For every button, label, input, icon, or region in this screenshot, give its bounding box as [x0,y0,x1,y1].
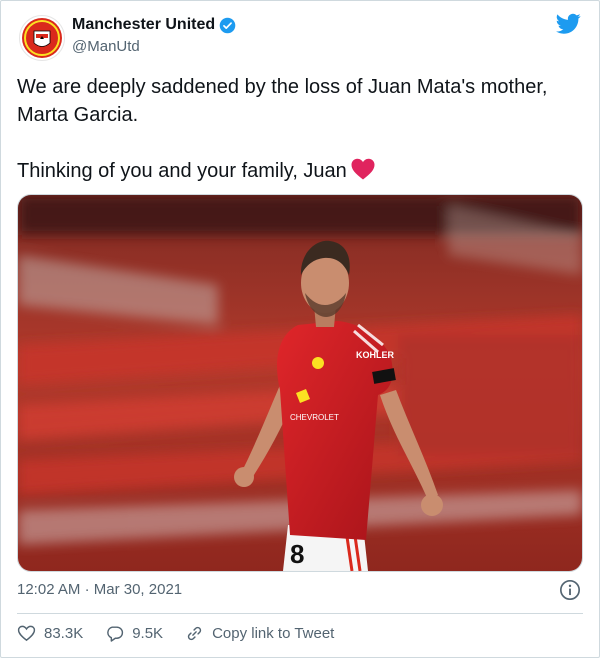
reply-count: 9.5K [132,625,164,642]
like-button[interactable]: 83.3K [17,624,83,643]
tweet-photo[interactable]: 8 KOHLER CHEVROLET [17,194,583,572]
tweet-text: We are deeply saddened by the loss of Ju… [17,73,587,185]
shorts-number: 8 [290,539,304,569]
tweet-line-2: Thinking of you and your family, Juan [17,157,587,185]
account-name-text[interactable]: Manchester United [72,16,215,34]
sleeve-sponsor: KOHLER [356,350,395,360]
tweet-line-1: We are deeply saddened by the loss of Ju… [17,76,548,126]
red-heart-icon [351,158,375,180]
verified-badge-icon [219,17,236,33]
copy-link-label: Copy link to Tweet [212,625,335,642]
man-utd-crest-icon [22,18,62,58]
account-handle[interactable]: @ManUtd [72,38,140,55]
tweet-line-2-text: Thinking of you and your family, Juan [17,160,347,182]
meta-separator: · [84,581,90,598]
like-count: 83.3K [44,625,84,642]
avatar[interactable] [19,15,65,61]
twitter-bird-icon[interactable] [556,13,581,35]
reply-bubble-icon [107,626,124,642]
copy-link-button[interactable]: Copy link to Tweet [185,624,334,643]
tweet-time[interactable]: 12:02 AM [17,581,80,598]
player-photo: 8 KOHLER CHEVROLET [18,195,582,571]
tweet-actions: 83.3K 9.5K Copy link to Tweet [17,624,356,643]
divider [17,613,583,614]
tweet-date[interactable]: Mar 30, 2021 [94,581,182,598]
account-name[interactable]: Manchester United [72,16,236,34]
reply-button[interactable]: 9.5K [105,624,163,643]
info-icon[interactable] [559,579,581,601]
heart-outline-icon [17,625,36,642]
link-icon [187,626,202,641]
tweet-card: Manchester United @ManUtd We are deeply … [0,0,600,658]
shirt-sponsor: CHEVROLET [290,413,339,422]
tweet-timestamp[interactable]: 12:02 AM · Mar 30, 2021 [17,581,182,598]
